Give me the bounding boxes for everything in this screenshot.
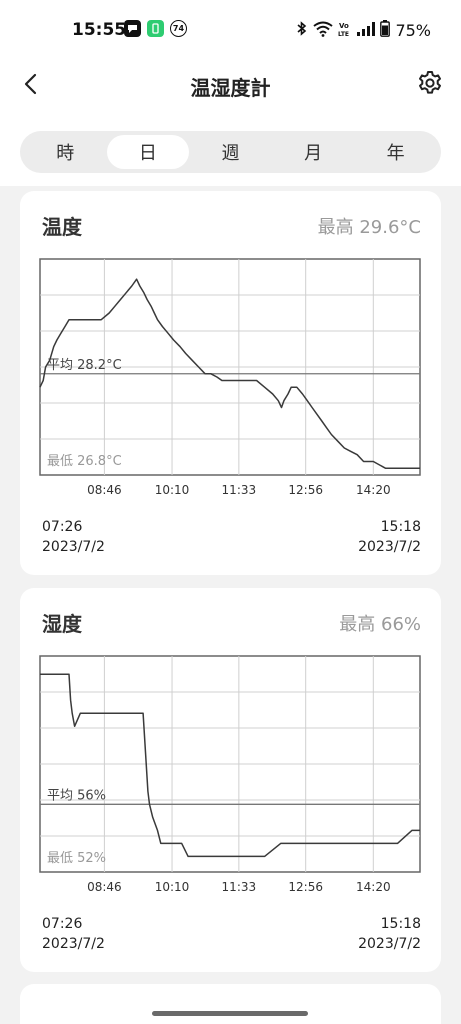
start-time: 07:26	[42, 916, 83, 932]
x-tick-label: 12:56	[288, 483, 323, 497]
tab-year[interactable]: 年	[354, 135, 437, 169]
x-tick-label: 10:10	[155, 483, 190, 497]
humidity-card[interactable]: 湿度 最高 66% 08:46 10:10 11:33 12:56 14:20 平均 56…	[20, 588, 441, 972]
x-tick-label: 10:10	[155, 880, 190, 894]
humidity-range-end: 15:18 2023/7/2	[358, 914, 421, 954]
notification-74-icon: 74	[170, 20, 187, 37]
wifi-icon	[313, 21, 334, 41]
volte-icon: Vo LTE	[338, 21, 352, 41]
gear-icon	[419, 71, 441, 94]
x-tick-label: 11:33	[222, 880, 257, 894]
x-tick-label: 14:20	[356, 483, 391, 497]
gesture-nav-handle[interactable]	[152, 1011, 308, 1016]
x-tick-label: 08:46	[87, 483, 122, 497]
end-date: 2023/7/2	[358, 539, 421, 555]
battery-icon	[380, 20, 391, 41]
svg-text:LTE: LTE	[338, 31, 349, 37]
signal-icon	[357, 21, 376, 40]
minimum-label: 最低 26.8°C	[47, 454, 122, 469]
average-label: 平均 56%	[47, 788, 106, 803]
average-label: 平均 28.2°C	[47, 358, 122, 373]
x-tick-label: 11:33	[222, 483, 257, 497]
start-date: 2023/7/2	[42, 936, 105, 952]
tab-day[interactable]: 日	[106, 135, 190, 169]
bluetooth-icon	[296, 20, 308, 41]
tab-month[interactable]: 月	[272, 135, 355, 169]
battery-percent: 75%	[395, 21, 431, 40]
end-date: 2023/7/2	[358, 936, 421, 952]
temperature-range-start: 07:26 2023/7/2	[42, 517, 105, 557]
temperature-card[interactable]: 温度 最高 29.6°C 08:46 10:10 11:33 12:56 14:20 平均…	[20, 191, 441, 575]
system-status: Vo LTE 75%	[296, 20, 431, 41]
end-time: 15:18	[380, 916, 421, 932]
x-tick-label: 14:20	[356, 880, 391, 894]
end-time: 15:18	[380, 519, 421, 535]
svg-text:Vo: Vo	[339, 22, 349, 30]
status-time: 15:55	[72, 20, 127, 40]
next-card-peek	[20, 984, 441, 1024]
minimum-label: 最低 52%	[47, 851, 106, 866]
settings-button[interactable]	[417, 70, 443, 96]
start-date: 2023/7/2	[42, 539, 105, 555]
phone-app-icon	[147, 20, 164, 37]
temperature-range-end: 15:18 2023/7/2	[358, 517, 421, 557]
start-time: 07:26	[42, 519, 83, 535]
humidity-chart: 08:46 10:10 11:33 12:56 14:20 平均 56% 最低 52%	[39, 655, 421, 894]
page-title: 温湿度計	[190, 76, 271, 100]
humidity-range-start: 07:26 2023/7/2	[42, 914, 105, 954]
status-bar: 15:55 74 Vo LTE 75%	[0, 0, 461, 60]
period-tabs: 時 日 週 月 年	[20, 131, 441, 173]
x-tick-label: 12:56	[288, 880, 323, 894]
series-line	[40, 673, 420, 858]
tab-week[interactable]: 週	[189, 135, 272, 169]
notification-icons: 74	[124, 20, 187, 37]
period-tabs-bar: 時 日 週 月 年	[0, 126, 461, 186]
chat-bubble-icon	[124, 20, 141, 37]
tab-hour[interactable]: 時	[24, 135, 107, 169]
x-tick-label: 08:46	[87, 880, 122, 894]
temperature-chart: 08:46 10:10 11:33 12:56 14:20 平均 28.2°C 最低 26.…	[39, 258, 421, 497]
app-bar: 温湿度計	[0, 60, 461, 126]
